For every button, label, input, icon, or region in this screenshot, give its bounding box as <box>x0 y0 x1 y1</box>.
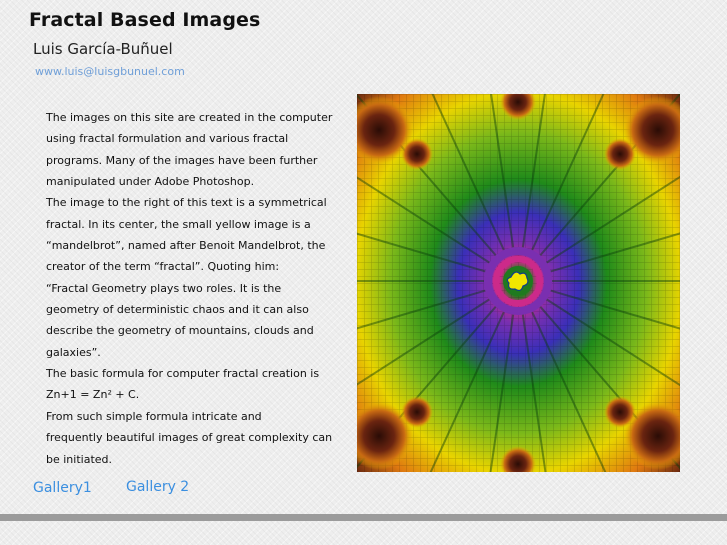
intro-line: galaxies”. <box>46 345 101 359</box>
gallery-2-link[interactable]: Gallery 2 <box>126 479 189 495</box>
intro-text: The images on this site are created in t… <box>46 107 336 470</box>
gallery-1-link[interactable]: Gallery1 <box>33 480 92 496</box>
intro-line: The basic formula for computer fractal c… <box>46 367 320 381</box>
author-name: Luis García-Buñuel <box>33 40 173 58</box>
intro-line: creator of the term “fractal”. Quoting h… <box>46 260 280 274</box>
footer-bar <box>0 514 727 521</box>
intro-line: “mandelbrot”, named after Benoit Mandelb… <box>46 239 326 253</box>
intro-line: using fractal formulation and various fr… <box>46 132 289 146</box>
intro-line: The image to the right of this text is a… <box>46 196 327 210</box>
intro-line: frequently beautiful images of great com… <box>46 431 333 445</box>
intro-line: manipulated under Adobe Photoshop. <box>46 175 255 189</box>
intro-line: Zn+1 = Zn² + C. <box>46 388 140 402</box>
site-title: Fractal Based Images <box>29 9 261 31</box>
intro-line: be initiated. <box>46 452 112 466</box>
website-link[interactable]: www.luis@luisgbunuel.com <box>35 65 185 78</box>
intro-line: From such simple formula intricate and <box>46 409 262 423</box>
intro-line: programs. Many of the images have been f… <box>46 153 318 167</box>
fractal-image <box>357 94 680 472</box>
intro-line: describe the geometry of mountains, clou… <box>46 324 314 338</box>
intro-line: geometry of deterministic chaos and it c… <box>46 303 309 317</box>
intro-line: fractal. In its center, the small yellow… <box>46 217 311 231</box>
intro-line: “Fractal Geometry plays two roles. It is… <box>46 281 282 295</box>
intro-line: The images on this site are created in t… <box>46 111 333 124</box>
